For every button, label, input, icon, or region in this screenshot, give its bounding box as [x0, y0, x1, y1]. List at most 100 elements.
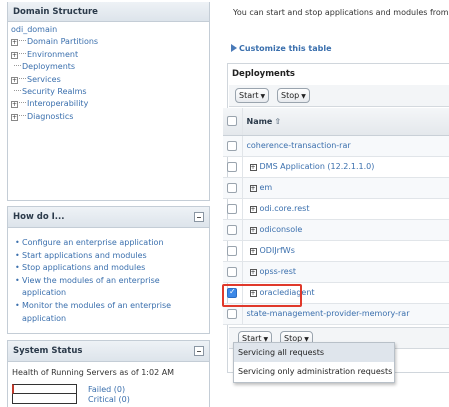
- row-checkbox[interactable]: [227, 182, 237, 193]
- start-button-top[interactable]: Start ▼: [235, 88, 270, 103]
- row-name-link[interactable]: odiconsole: [260, 225, 303, 234]
- name-column-header[interactable]: Name ⇧: [242, 108, 449, 136]
- tree-item-label[interactable]: Interoperability: [27, 99, 88, 108]
- row-checkbox[interactable]: [227, 161, 237, 172]
- menu-item-admin-requests[interactable]: Servicing only administration requests: [234, 362, 394, 381]
- tree-item-label[interactable]: odi_domain: [11, 25, 57, 34]
- how-do-i-list: Configure an enterprise application Star…: [8, 228, 209, 325]
- tree-item-root[interactable]: odi_domain: [11, 24, 209, 36]
- domain-tree: odi_domain + Domain Partitions + Environme…: [8, 22, 209, 123]
- expand-icon[interactable]: +: [249, 164, 257, 171]
- table-row: + ODIJrfWs: [223, 240, 449, 262]
- row-checkbox[interactable]: [227, 266, 237, 277]
- expand-icon[interactable]: +: [11, 101, 18, 109]
- expand-triangle-icon[interactable]: [231, 44, 237, 52]
- customize-table-link[interactable]: Customize this table: [231, 44, 332, 53]
- how-do-i-panel: How do I... Configure an enterprise appl…: [7, 206, 210, 334]
- chevron-down-icon: ▼: [301, 93, 306, 100]
- tree-item-environment[interactable]: + Environment: [11, 49, 209, 61]
- row-checkbox[interactable]: [227, 140, 237, 151]
- row-select-cell: [223, 177, 243, 199]
- collapse-icon[interactable]: [194, 346, 204, 356]
- how-link-stop[interactable]: Stop applications and modules: [15, 262, 203, 275]
- system-status-header: System Status: [8, 341, 209, 362]
- row-name-link[interactable]: coherence-transaction-rar: [247, 141, 351, 150]
- health-bar: [12, 384, 77, 394]
- tree-item-domain-partitions[interactable]: + Domain Partitions: [11, 36, 209, 48]
- chevron-down-icon: ▼: [260, 93, 266, 100]
- top-button-bar: Start ▼ Stop ▼: [229, 85, 449, 107]
- tree-item-interoperability[interactable]: + Interoperability: [11, 98, 209, 110]
- tree-item-label[interactable]: Security Realms: [22, 87, 87, 96]
- name-header-label[interactable]: Name: [247, 117, 273, 126]
- row-select-cell: [223, 261, 243, 283]
- row-name-link[interactable]: em: [260, 183, 273, 192]
- table-row: + DMS Application (12.2.1.1.0): [223, 156, 449, 178]
- select-all-cell: [223, 108, 243, 136]
- expand-icon[interactable]: +: [249, 269, 257, 276]
- legend-critical[interactable]: Critical (0): [88, 395, 130, 404]
- tree-item-services[interactable]: + Services: [11, 74, 209, 86]
- row-checkbox[interactable]: [227, 203, 237, 214]
- table-row: coherence-transaction-rar: [223, 135, 449, 157]
- row-name-cell: + opss-rest: [242, 261, 449, 283]
- tree-line: [14, 90, 21, 92]
- tree-item-label[interactable]: Deployments: [22, 62, 75, 71]
- tree-item-diagnostics[interactable]: + Diagnostics: [11, 111, 209, 123]
- row-name-cell: + DMS Application (12.2.1.1.0): [242, 156, 449, 178]
- row-name-link[interactable]: ODIJrfWs: [260, 246, 295, 255]
- deployments-title: Deployments: [232, 69, 295, 79]
- tree-item-security-realms[interactable]: Security Realms: [11, 86, 209, 98]
- expand-icon[interactable]: +: [249, 227, 257, 234]
- row-select-cell: [223, 198, 243, 220]
- row-name-link[interactable]: state-management-provider-memory-rar: [247, 309, 410, 318]
- table-row: + opss-rest: [223, 261, 449, 283]
- start-dropdown-menu: Servicing all requests Servicing only ad…: [233, 342, 395, 383]
- how-link-view-modules[interactable]: View the modules of an enterprise applic…: [15, 275, 203, 300]
- row-checkbox[interactable]: [227, 245, 237, 256]
- intro-text: You can start and stop applications and …: [233, 8, 449, 17]
- row-name-link[interactable]: opss-rest: [260, 267, 297, 276]
- row-checkbox[interactable]: [227, 224, 237, 235]
- system-status-panel: System Status Health of Running Servers …: [7, 340, 210, 407]
- sort-icon[interactable]: ⇧: [274, 117, 281, 126]
- stop-button-top[interactable]: Stop ▼: [277, 88, 310, 103]
- row-select-cell: [223, 240, 243, 262]
- legend-row-critical: Critical (0): [12, 394, 209, 404]
- row-select-cell: [223, 219, 243, 241]
- expand-icon[interactable]: +: [11, 39, 18, 47]
- row-name-cell: coherence-transaction-rar: [242, 135, 449, 157]
- expand-icon[interactable]: +: [249, 185, 257, 192]
- expand-icon[interactable]: +: [11, 113, 18, 121]
- how-link-monitor-modules[interactable]: Monitor the modules of an enterprise app…: [15, 300, 203, 325]
- tree-item-label[interactable]: Domain Partitions: [27, 37, 98, 46]
- tree-item-deployments[interactable]: Deployments: [11, 61, 209, 73]
- tree-line: [19, 40, 26, 42]
- row-name-link[interactable]: odi.core.rest: [260, 204, 310, 213]
- tree-item-label[interactable]: Diagnostics: [27, 112, 73, 121]
- tree-item-label[interactable]: Services: [27, 75, 61, 84]
- expand-icon[interactable]: +: [11, 51, 18, 59]
- row-name-link[interactable]: DMS Application (12.2.1.1.0): [260, 162, 375, 171]
- table-header-row: Name ⇧: [223, 108, 449, 136]
- table-row: + odiconsole: [223, 219, 449, 241]
- expand-icon[interactable]: +: [249, 206, 257, 213]
- table-row: + em: [223, 177, 449, 199]
- row-checkbox[interactable]: [227, 308, 237, 319]
- collapse-icon[interactable]: [194, 212, 204, 222]
- health-bar: [12, 394, 77, 404]
- select-all-checkbox[interactable]: [227, 116, 237, 127]
- how-link-configure[interactable]: Configure an enterprise application: [15, 237, 203, 250]
- expand-icon[interactable]: +: [11, 76, 18, 84]
- tree-line: [19, 114, 26, 116]
- tree-item-label[interactable]: Environment: [27, 50, 78, 59]
- how-link-start[interactable]: Start applications and modules: [15, 250, 203, 263]
- row-select-cell: [223, 135, 243, 157]
- how-do-i-header: How do I...: [8, 207, 209, 228]
- expand-icon[interactable]: +: [249, 248, 257, 255]
- menu-item-all-requests[interactable]: Servicing all requests: [234, 343, 394, 362]
- legend-failed[interactable]: Failed (0): [88, 385, 125, 394]
- customize-label[interactable]: Customize this table: [239, 44, 332, 53]
- domain-structure-title: Domain Structure: [8, 2, 209, 22]
- table-row: + odi.core.rest: [223, 198, 449, 220]
